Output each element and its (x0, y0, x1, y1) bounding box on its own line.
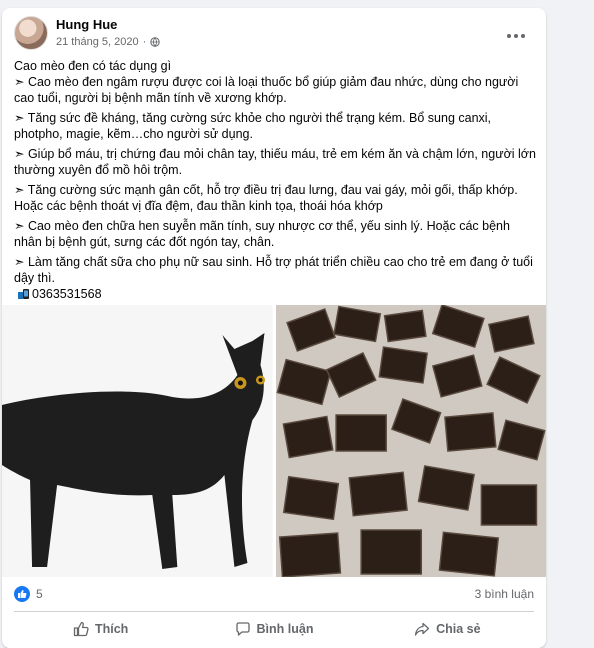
post-stats: 5 3 bình luận (14, 583, 534, 605)
phone-icon (18, 288, 29, 299)
post-header: Hung Hue 21 tháng 5, 2020 · (14, 16, 534, 56)
post-paragraph: ➣ Giúp bổ máu, trị chứng đau mỏi chân ta… (14, 147, 536, 177)
post-paragraph: ➣ Cao mèo đen ngâm rượu được coi là loại… (14, 75, 519, 105)
author-name[interactable]: Hung Hue (56, 17, 117, 32)
comment-count[interactable]: 3 bình luận (475, 587, 534, 601)
share-label: Chia sẻ (436, 622, 481, 636)
post-paragraph: ➣ Cao mèo đen chữa hen suyễn mãn tính, s… (14, 219, 510, 249)
cat-paste-photo[interactable] (275, 305, 546, 577)
post-paragraph: ➣ Tăng cường sức mạnh gân cốt, hỗ trợ đi… (14, 183, 518, 213)
thumbs-up-icon (73, 621, 89, 637)
more-options-icon[interactable] (502, 22, 530, 50)
phone-number: 0363531568 (32, 287, 102, 301)
like-label: Thích (94, 622, 129, 636)
share-icon (414, 622, 430, 636)
post-card: Hung Hue 21 tháng 5, 2020 · Cao mèo đen … (2, 8, 546, 648)
post-meta: 21 tháng 5, 2020 · (56, 36, 160, 48)
post-photos (2, 305, 546, 577)
cat-photo[interactable] (2, 305, 273, 577)
comment-label: Bình luận (256, 622, 314, 636)
reactions[interactable]: 5 (14, 586, 43, 602)
post-date[interactable]: 21 tháng 5, 2020 (56, 36, 139, 48)
post-paragraph: Cao mèo đen có tác dụng gì (14, 59, 172, 73)
comment-icon (235, 622, 250, 636)
post-paragraph: ➣ Tăng sức đề kháng, tăng cường sức khỏe… (14, 111, 492, 141)
phone-line: 0363531568 (18, 286, 538, 302)
avatar[interactable] (14, 16, 48, 50)
globe-icon[interactable] (150, 37, 160, 47)
post-text: Cao mèo đen có tác dụng gì ➣ Cao mèo đen… (14, 58, 538, 302)
post-paragraph: ➣ Làm tăng chất sữa cho phụ nữ sau sinh.… (14, 255, 533, 285)
like-reaction-icon (14, 586, 30, 602)
reaction-count: 5 (36, 587, 43, 601)
divider (14, 611, 534, 612)
